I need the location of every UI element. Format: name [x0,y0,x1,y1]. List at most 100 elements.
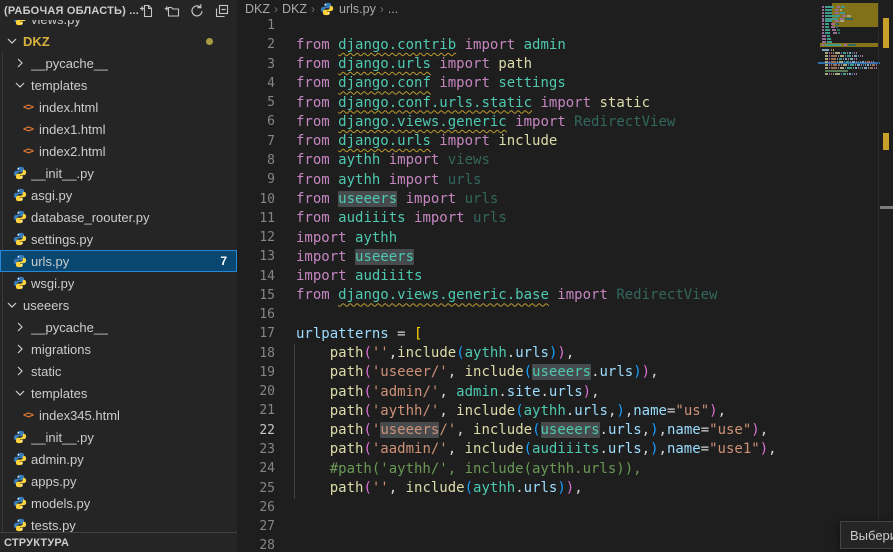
code-line-18[interactable]: 18 path('',include(aythh.urls)), [237,344,820,363]
code-line-17[interactable]: 17urlpatterns = [ [237,324,820,343]
collapse-all-icon[interactable] [214,3,230,19]
code-line-28[interactable]: 28 [237,536,820,552]
chevron-down-icon [4,297,20,313]
code-text: from django.views.generic.base import Re… [275,287,717,303]
tree-item-dkz[interactable]: DKZ [0,30,237,52]
code-text: from useeers import urls [275,191,498,207]
code-line-5[interactable]: 5from django.conf.urls.static import sta… [237,93,820,112]
code-line-25[interactable]: 25 path('', include(aythh.urls)), [237,478,820,497]
code-line-14[interactable]: 14import audiiits [237,266,820,285]
code-text: import useeers [275,249,414,265]
code-line-19[interactable]: 19 path('useeer/', include(useeers.urls)… [237,363,820,382]
tree-item-database-roouter-py[interactable]: database_roouter.py [0,206,237,228]
eol-tooltip: Выберите последовательность конца строки [840,521,893,549]
breadcrumb-item[interactable]: urls.py [339,2,376,16]
code-line-12[interactable]: 12import aythh [237,228,820,247]
tree-item--pycache-[interactable]: __pycache__ [0,316,237,338]
line-number: 13 [237,249,275,264]
tree-item-index2-html[interactable]: <>index2.html [0,140,237,162]
code-line-23[interactable]: 23 path('aadmin/', include(audiiits.urls… [237,440,820,459]
code-line-13[interactable]: 13import useeers [237,247,820,266]
breadcrumb-separator: › [310,2,316,16]
minimap-line [822,18,853,20]
tree-item-urls-py[interactable]: urls.py7 [0,250,237,272]
ruler-warning-mark [883,18,889,48]
code-text: path('aythh/', include(aythh.urls,),name… [275,403,726,419]
tree-item-label: models.py [31,496,90,511]
code-line-20[interactable]: 20 path('admin/', admin.site.urls), [237,382,820,401]
code-line-10[interactable]: 10from useeers import urls [237,189,820,208]
code-line-6[interactable]: 6from django.views.generic import Redire… [237,112,820,131]
explorer-section-header[interactable]: (РАБОЧАЯ ОБЛАСТЬ) ... [0,0,237,20]
overview-ruler[interactable] [879,0,893,552]
tree-item-label: tests.py [31,518,76,533]
tree-item-useeers[interactable]: useeers [0,294,237,316]
breadcrumb-item[interactable]: DKZ [245,2,270,16]
breadcrumb-item[interactable]: ... [388,2,398,16]
breadcrumb-item[interactable]: DKZ [282,2,307,16]
scrollbar-mark [880,206,893,209]
code-line-7[interactable]: 7from django.urls import include [237,132,820,151]
code-text: from audiiits import urls [275,210,507,226]
tree-item--pycache-[interactable]: __pycache__ [0,52,237,74]
new-folder-icon[interactable] [164,3,180,19]
explorer-sidebar: views.pyDKZ__pycache__templates<>index.h… [0,0,237,552]
tree-item-label: apps.py [31,474,77,489]
code-line-21[interactable]: 21 path('aythh/', include(aythh.urls,),n… [237,401,820,420]
tree-item-index-html[interactable]: <>index.html [0,96,237,118]
minimap-line [822,38,831,40]
code-text: from django.urls import path [275,56,532,72]
line-number: 28 [237,538,275,552]
code-line-1[interactable]: 1 [237,16,820,35]
minimap-line [822,41,832,43]
code-line-24[interactable]: 24 #path('aythh/', include(aythh.urls)), [237,459,820,478]
minimap[interactable] [820,0,878,552]
line-number: 26 [237,500,275,515]
tree-item-apps-py[interactable]: apps.py [0,470,237,492]
tree-item--init-py[interactable]: __init__.py [0,162,237,184]
tree-item-index1-html[interactable]: <>index1.html [0,118,237,140]
line-number: 15 [237,288,275,303]
code-line-9[interactable]: 9from aythh import urls [237,170,820,189]
tree-item-templates[interactable]: templates [0,382,237,404]
code-line-22[interactable]: 22 path('useeers/', include(useeers.urls… [237,421,820,440]
line-number: 11 [237,211,275,226]
tree-item-tests-py[interactable]: tests.py [0,514,237,533]
line-number: 1 [237,18,275,33]
line-number: 22 [237,423,275,438]
code-line-15[interactable]: 15from django.views.generic.base import … [237,286,820,305]
refresh-icon[interactable] [189,3,205,19]
tree-item-label: DKZ [23,34,50,49]
tree-item-models-py[interactable]: models.py [0,492,237,514]
line-number: 8 [237,153,275,168]
tree-item-admin-py[interactable]: admin.py [0,448,237,470]
code-line-11[interactable]: 11from audiiits import urls [237,209,820,228]
code-area[interactable]: 12from django.contrib import admin3from … [237,16,820,552]
python-icon [12,517,28,533]
tree-item-templates[interactable]: templates [0,74,237,96]
tree-item-migrations[interactable]: migrations [0,338,237,360]
line-number: 3 [237,57,275,72]
code-line-4[interactable]: 4from django.conf import settings [237,74,820,93]
new-file-icon[interactable] [139,3,155,19]
minimap-line [822,49,834,51]
python-icon [12,495,28,511]
code-line-27[interactable]: 27 [237,517,820,536]
tree-item-settings-py[interactable]: settings.py [0,228,237,250]
chevron-down-icon [4,33,20,49]
tree-item-index345-html[interactable]: <>index345.html [0,404,237,426]
code-text: path('aadmin/', include(audiiits.urls,),… [275,441,777,457]
tree-item-static[interactable]: static [0,360,237,382]
code-line-8[interactable]: 8from aythh import views [237,151,820,170]
tree-item--init-py[interactable]: __init__.py [0,426,237,448]
outline-section-header[interactable]: СТРУКТУРА [0,532,237,552]
tree-item-wsgi-py[interactable]: wsgi.py [0,272,237,294]
code-line-2[interactable]: 2from django.contrib import admin [237,35,820,54]
python-icon [12,253,28,269]
minimap-line [822,32,840,34]
code-line-3[interactable]: 3from django.urls import path [237,55,820,74]
tree-item-asgi-py[interactable]: asgi.py [0,184,237,206]
code-line-26[interactable]: 26 [237,498,820,517]
code-line-16[interactable]: 16 [237,305,820,324]
tree-item-label: static [31,364,61,379]
